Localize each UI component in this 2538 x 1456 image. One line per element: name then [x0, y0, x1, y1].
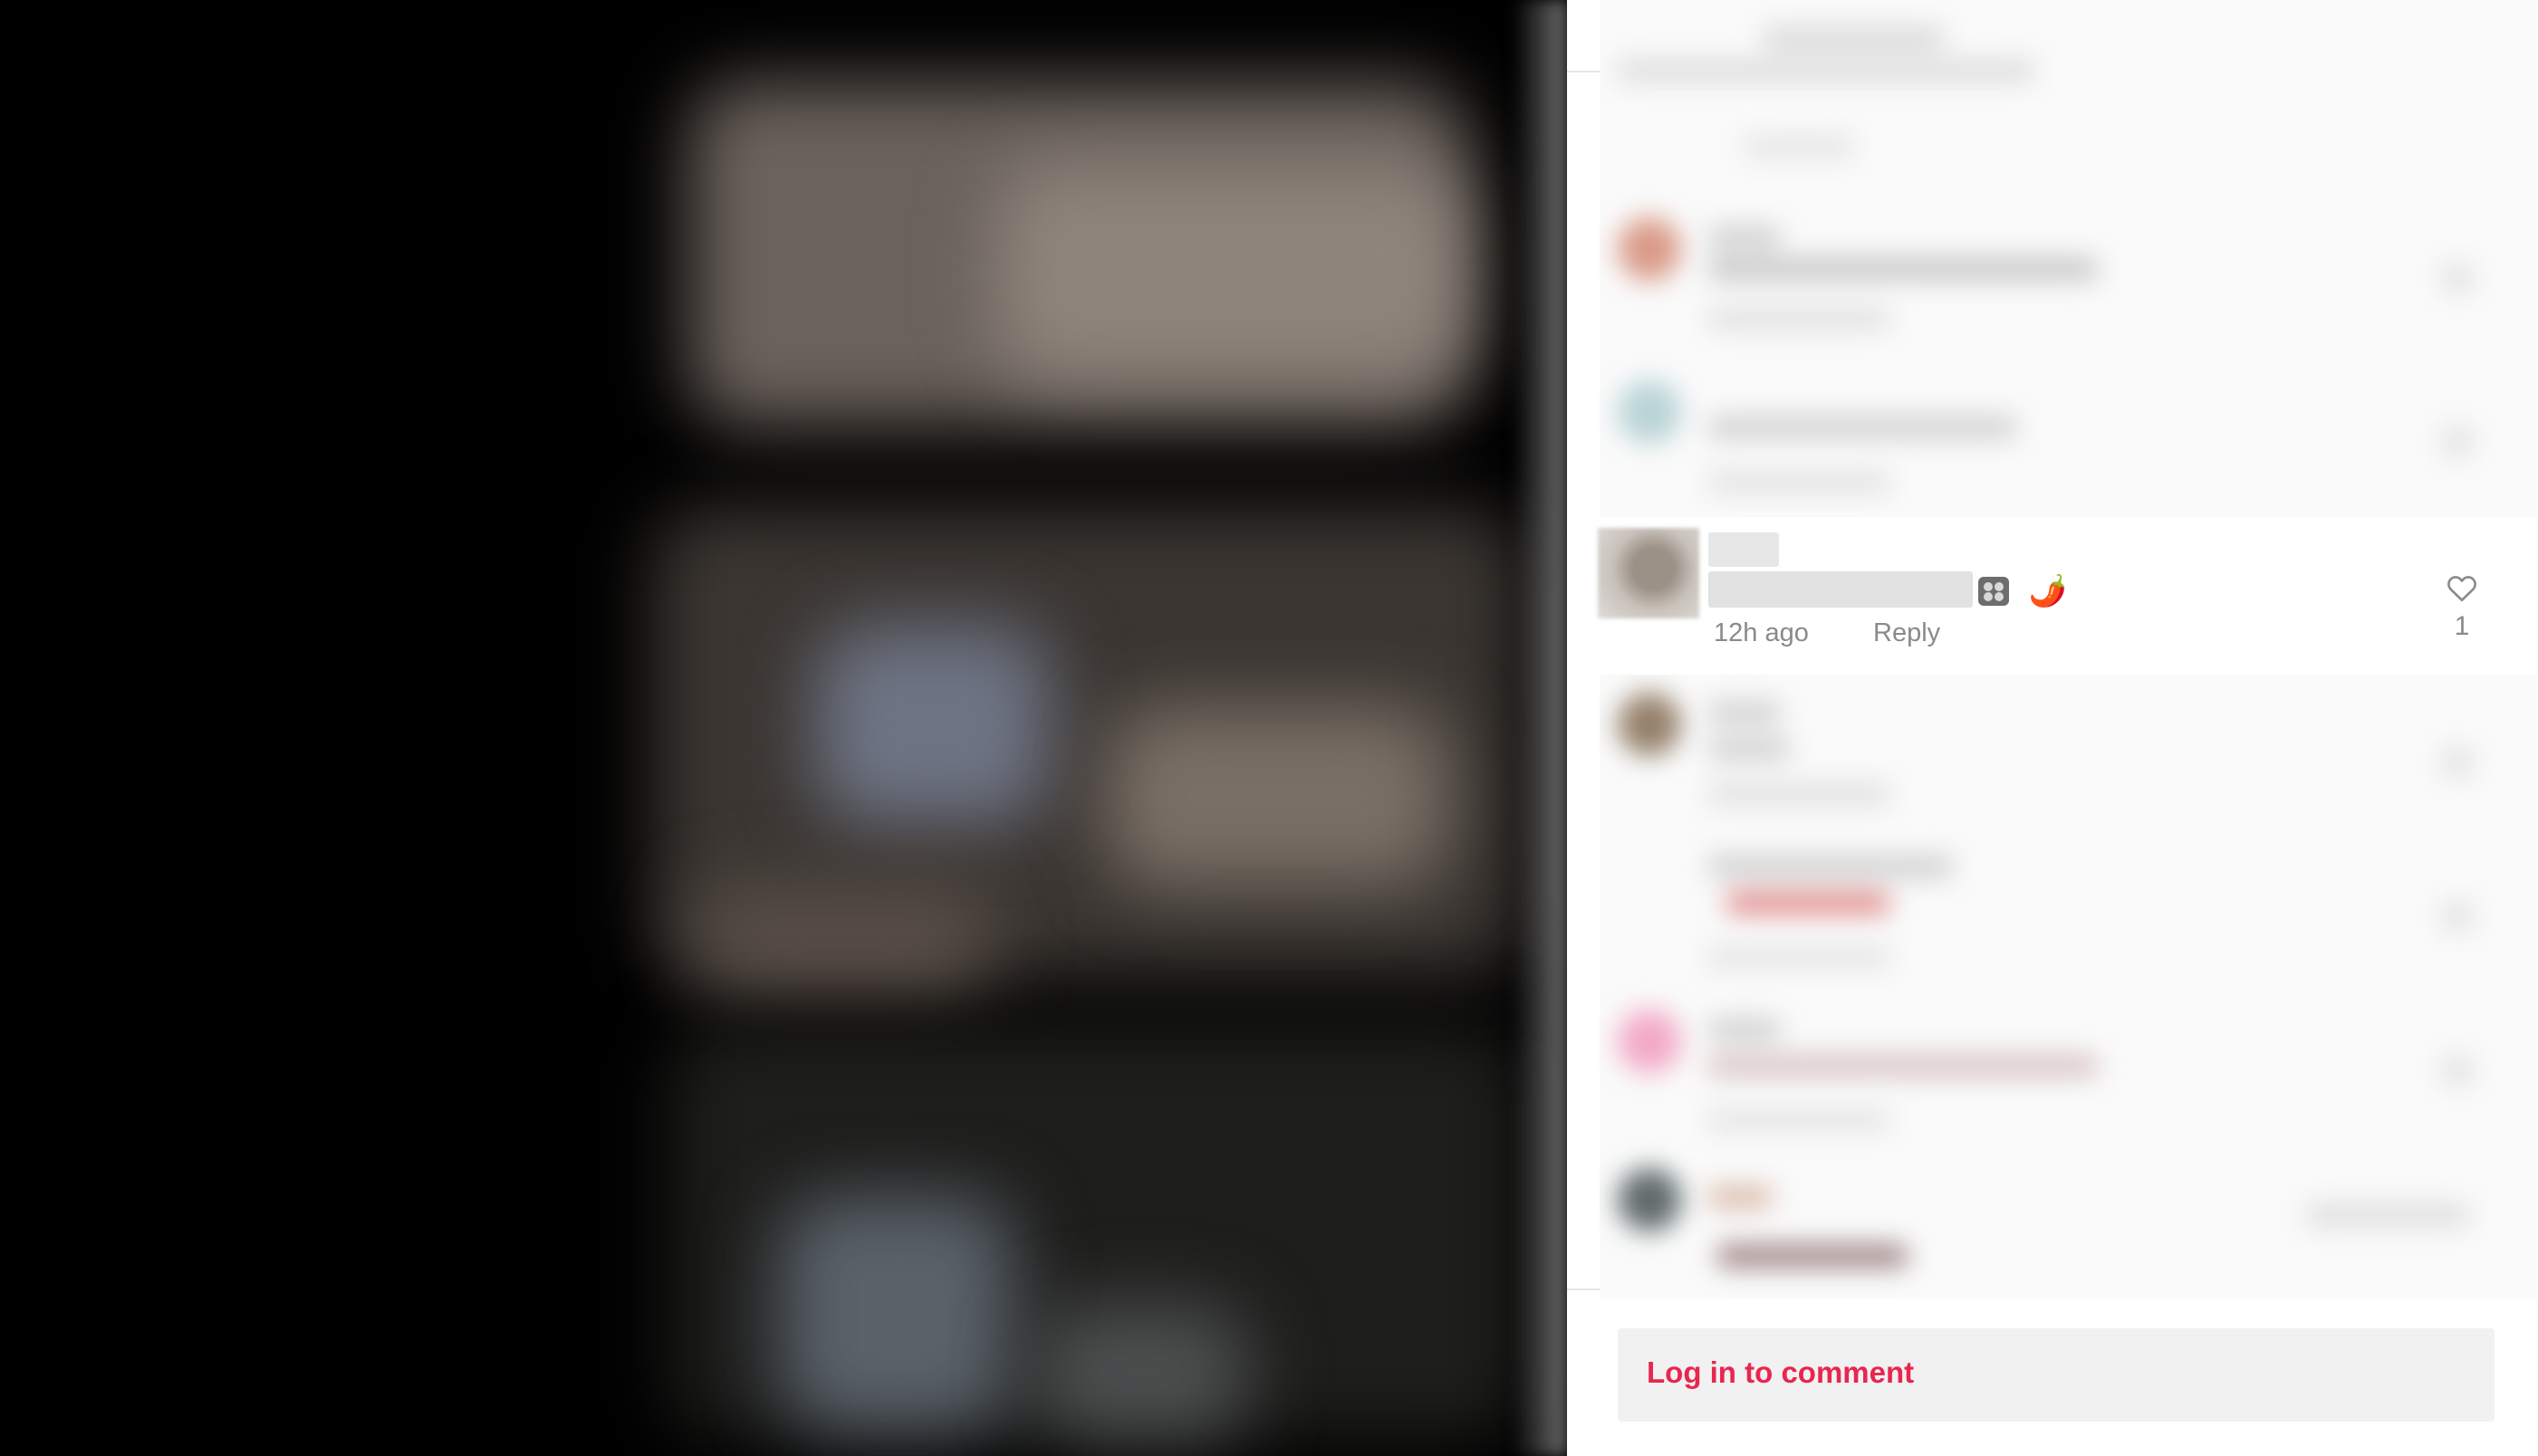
reply-button[interactable]: Reply: [1873, 618, 1940, 648]
video-edge-fade: [1513, 0, 1567, 1456]
chili-pepper-icon: 🌶️: [2028, 574, 2067, 609]
blurred-comments-bottom: [1600, 675, 2536, 1299]
comment-emojis: 🌶️: [1978, 571, 2067, 609]
comment-text-redacted: [1708, 571, 1973, 608]
video-blur-region: [1033, 1304, 1250, 1440]
comment-timestamp: 12h ago: [1714, 618, 1809, 647]
heart-icon: [2447, 576, 2476, 602]
login-to-comment-button[interactable]: Log in to comment: [1618, 1328, 2495, 1422]
login-label: Log in to comment: [1647, 1355, 1915, 1389]
divider: [1567, 71, 1600, 72]
like-count: 1: [2454, 611, 2470, 641]
divider: [1567, 1288, 1600, 1290]
video-player[interactable]: [0, 0, 1567, 1456]
video-blur-region: [1105, 706, 1449, 887]
comment-item: 🌶️ 12h ago Reply 1: [1598, 517, 2534, 675]
video-blur-region: [779, 1195, 1014, 1431]
video-blur-region: [815, 625, 1051, 824]
game-dice-icon: [1978, 577, 2009, 607]
blurred-comments-top: [1600, 0, 2536, 517]
video-blur-region: [996, 163, 1467, 380]
like-button[interactable]: 1: [2442, 573, 2482, 642]
comment-username-redacted[interactable]: [1708, 532, 1779, 567]
avatar[interactable]: [1598, 528, 1699, 618]
video-blur-region: [688, 887, 996, 996]
